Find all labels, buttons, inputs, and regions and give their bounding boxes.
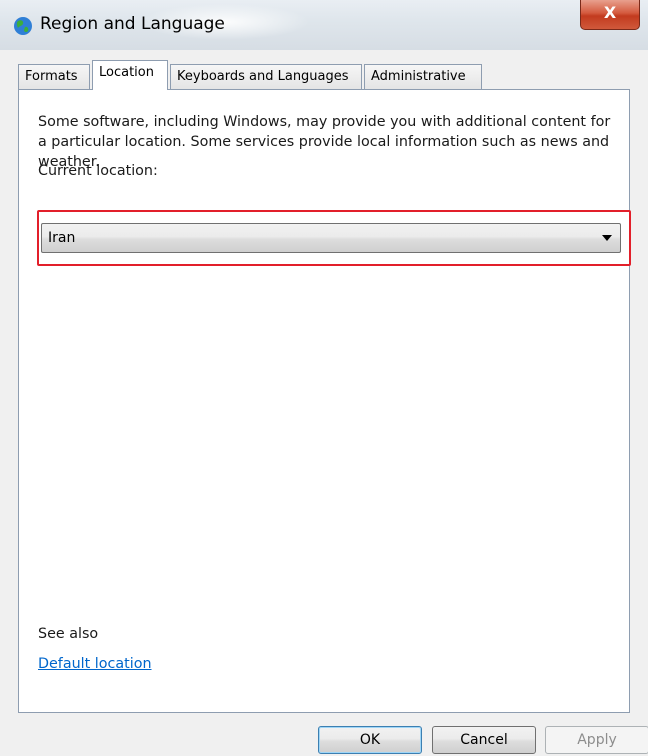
location-tab-panel: Some software, including Windows, may pr… xyxy=(18,89,631,713)
see-also-label: See also xyxy=(38,626,99,642)
title-bar: Region and Language X xyxy=(0,0,648,50)
cancel-button[interactable]: Cancel xyxy=(432,726,536,754)
default-location-link[interactable]: Default location xyxy=(38,656,152,672)
current-location-label: Current location: xyxy=(38,163,158,179)
tab-keyboards-and-languages[interactable]: Keyboards and Languages xyxy=(170,64,362,90)
apply-button[interactable]: Apply xyxy=(545,726,648,754)
close-button[interactable]: X xyxy=(580,0,640,30)
tab-administrative[interactable]: Administrative xyxy=(364,64,482,90)
ok-button[interactable]: OK xyxy=(318,726,422,754)
current-location-dropdown[interactable]: Iran xyxy=(41,223,621,253)
current-location-value: Iran xyxy=(48,230,76,246)
globe-icon xyxy=(14,17,32,35)
chevron-down-icon xyxy=(602,235,612,241)
window-title: Region and Language xyxy=(40,14,225,34)
tab-formats[interactable]: Formats xyxy=(18,64,90,90)
tab-location[interactable]: Location xyxy=(92,60,168,90)
